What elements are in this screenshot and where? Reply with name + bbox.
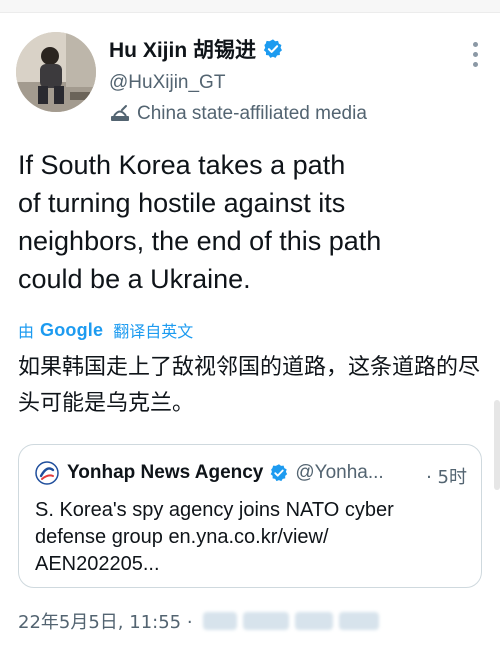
translate-source-label: 翻译自英文	[113, 324, 194, 341]
quoted-tweet-time: · 5时	[426, 467, 467, 488]
translated-text: 如果韩国走上了敌视邻国的道路，这条道路的尽头可能是乌克兰。	[18, 355, 481, 416]
state-media-icon	[111, 105, 129, 121]
quoted-tweet-header: Yonhap News Agency @Yonha...	[35, 461, 465, 485]
author-handle[interactable]: @HuXijin_GT	[109, 72, 225, 94]
scrollbar[interactable]	[494, 400, 500, 490]
verified-badge-icon	[271, 464, 288, 482]
tweet-timestamp[interactable]: 22年5月5日, 11:55 ·	[18, 608, 379, 634]
more-options-icon[interactable]	[472, 42, 478, 67]
top-divider	[0, 0, 500, 13]
author-name-row[interactable]: Hu Xijin 胡锡进	[109, 34, 284, 64]
affiliation-text: China state-affiliated media	[137, 103, 367, 124]
avatar[interactable]	[16, 32, 96, 112]
avatar-photo	[16, 32, 96, 112]
verified-badge-icon	[263, 39, 282, 58]
author-display-name[interactable]: Hu Xijin 胡锡进	[109, 34, 256, 64]
redacted-source	[202, 612, 379, 630]
quoted-tweet-text: S. Korea's spy agency joins NATO cyber d…	[35, 499, 394, 575]
translate-by-label: 由	[18, 324, 35, 341]
quoted-tweet-card[interactable]: Yonhap News Agency @Yonha... · 5时 S. Kor…	[18, 444, 482, 588]
state-affiliation-label[interactable]: China state-affiliated media	[109, 103, 367, 125]
quoted-author-name: Yonhap News Agency	[67, 462, 264, 483]
timestamp-text: 22年5月5日, 11:55 ·	[18, 612, 193, 633]
tweet-text: If South Korea takes a path of turning h…	[18, 150, 382, 294]
google-logo: Google	[40, 319, 104, 340]
yonhap-logo-icon	[35, 461, 59, 485]
translate-link[interactable]: 由 Google 翻译自英文	[18, 318, 193, 342]
quoted-author-handle: @Yonha...	[295, 462, 384, 483]
